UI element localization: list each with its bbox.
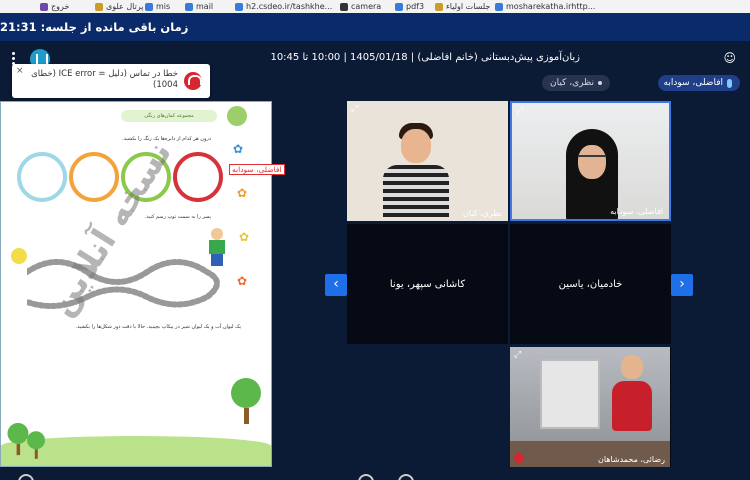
expand-icon[interactable]: ⤢ [516, 106, 523, 116]
video-tile[interactable]: ⤢ نظری، کیان [347, 101, 508, 221]
butterfly-icon: ✿ [237, 186, 248, 200]
participant-name: رضائی، محمدشاهان [597, 455, 665, 464]
participant-name: کاشانی سپهر، یونا [389, 279, 466, 290]
bookmark-icon [435, 2, 443, 11]
expand-icon[interactable]: ⤢ [351, 104, 358, 114]
participant-name: نظری، کیان [462, 209, 502, 218]
toolbar-button[interactable] [358, 474, 374, 480]
participant-name: خادمیان، یاسین [558, 279, 623, 290]
video-tile[interactable]: ⤢ رضائی، محمدشاهان [510, 347, 671, 467]
session-timer-bar: زمان باقی مانده از جلسه: 21:31 [0, 13, 750, 41]
session-title: زبان‌آموزی پیش‌دبستانی (خانم افاضلی) | 1… [270, 52, 580, 63]
worksheet-instruction: درون هر کدام از دایره‌ها یک رنگ را بکشید… [122, 136, 211, 142]
bookmark-icon [395, 2, 403, 11]
annotation-label: افاضلی، سودابه [229, 164, 285, 175]
bookmark-camera[interactable]: camera [340, 0, 381, 13]
error-message: خطا در تماس (دلیل = ICE error (خطای 1004… [31, 69, 178, 90]
bookmark-mis[interactable]: mis [145, 0, 170, 13]
bookmark-parents[interactable]: جلسات اولیاء [435, 0, 490, 13]
error-toast: × خطا در تماس (دلیل = ICE error (خطای 10… [12, 64, 210, 98]
speaking-chip: افاضلی، سودابه [657, 75, 740, 91]
participant-video [610, 355, 654, 445]
bookmark-mail[interactable]: mail [185, 0, 213, 13]
bookmark-portal[interactable]: پرتال علوی [95, 0, 143, 13]
butterfly-icon: ✿ [233, 142, 244, 156]
bookmark-icon [340, 2, 348, 11]
bookmark-icon [145, 2, 153, 11]
butterfly-icon: ✿ [239, 230, 250, 244]
next-page-button[interactable]: › [671, 274, 693, 296]
session-timer: زمان باقی مانده از جلسه: 21:31 [0, 20, 189, 34]
close-icon[interactable]: × [16, 66, 24, 76]
bookmark-mosharekat[interactable]: mosharekatha.irhttp... [495, 0, 595, 13]
tree-illustration [231, 378, 261, 424]
worksheet-instruction: پسر را به سمت توپ رسم کنید. [144, 214, 211, 220]
chick-illustration [11, 248, 27, 264]
video-tile[interactable]: خادمیان، یاسین [510, 224, 671, 344]
bookmark-tashkhe[interactable]: h2.csdeo.ir/tashkhe... [235, 0, 332, 13]
bookmark-exit[interactable]: خروج [40, 0, 69, 13]
worksheet-instruction: یک لیوان آب و یک لیوان شیر در پیکاپ بچین… [75, 324, 241, 330]
tree-illustration [27, 431, 45, 459]
worksheet-title: مجموعه کمان‌های رنگی [121, 110, 217, 122]
bookmarks-bar: خروج پرتال علوی mis mail h2.csdeo.ir/tas… [0, 0, 750, 13]
bookmark-icon [235, 2, 243, 11]
bookmark-icon [185, 2, 193, 11]
prev-page-button[interactable]: ‹ [325, 274, 347, 296]
bookmark-pdf3[interactable]: pdf3 [395, 0, 424, 13]
speaker-chip: نظری، کیان [541, 75, 610, 91]
video-tile[interactable]: کاشانی سپهر، یونا [347, 224, 508, 344]
headset-icon [184, 72, 202, 90]
video-tile-active[interactable]: ⤢ افاضلی، سودابه [510, 101, 671, 221]
participants-icon[interactable]: ☺ [723, 51, 736, 65]
shared-document[interactable]: مجموعه کمان‌های رنگی درون هر کدام از دای… [0, 101, 285, 467]
mic-muted-icon [514, 453, 524, 463]
bookmark-icon [495, 2, 503, 11]
mic-icon [727, 78, 732, 88]
color-ring [173, 152, 223, 202]
butterfly-icon: ✿ [237, 274, 248, 288]
bookmark-icon [40, 2, 48, 11]
toolbar-button[interactable] [398, 474, 414, 480]
color-ring [17, 152, 67, 202]
tree-illustration [7, 422, 29, 456]
expand-icon[interactable]: ⤢ [514, 350, 521, 360]
dot-icon [598, 81, 602, 85]
worksheet-logo-icon [227, 106, 247, 126]
bookmark-icon [95, 2, 103, 11]
participant-name: افاضلی، سودابه [610, 207, 663, 216]
toolbar-button[interactable] [18, 474, 34, 480]
